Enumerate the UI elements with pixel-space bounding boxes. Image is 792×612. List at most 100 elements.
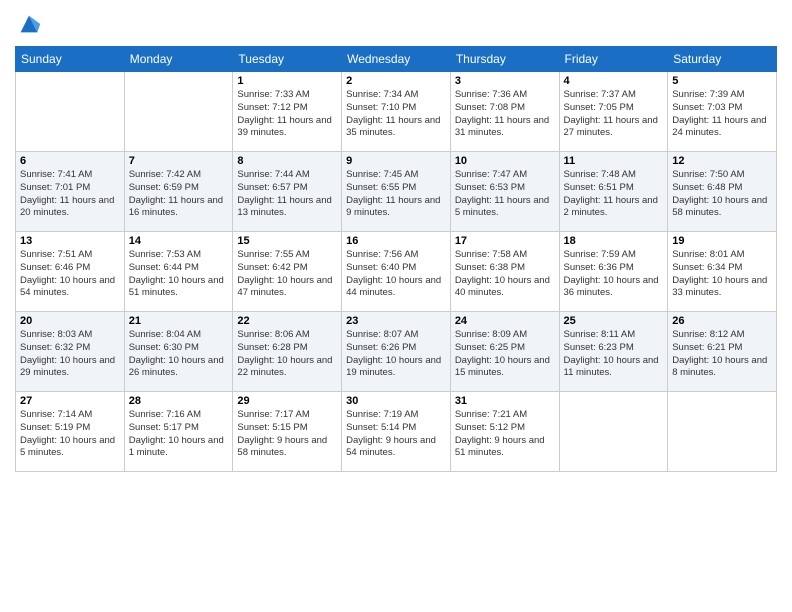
calendar-cell: 28 Sunrise: 7:16 AMSunset: 5:17 PMDayligh… [124, 392, 233, 472]
weekday-header: Monday [124, 47, 233, 72]
day-info: Sunrise: 7:36 AMSunset: 7:08 PMDaylight:… [455, 89, 555, 140]
calendar-cell: 17 Sunrise: 7:58 AMSunset: 6:38 PMDayligh… [450, 232, 559, 312]
day-info: Sunrise: 7:45 AMSunset: 6:55 PMDaylight:… [346, 169, 446, 220]
calendar-cell: 2 Sunrise: 7:34 AMSunset: 7:10 PMDaylight… [342, 72, 451, 152]
day-info: Sunrise: 7:51 AMSunset: 6:46 PMDaylight:… [20, 249, 120, 300]
calendar-week-row: 13Sunrise: 7:51 AMSunset: 6:46 PMDayligh… [16, 232, 777, 312]
calendar-week-row: 1 Sunrise: 7:33 AMSunset: 7:12 PMDaylight… [16, 72, 777, 152]
calendar-week-row: 27 Sunrise: 7:14 AMSunset: 5:19 PMDayligh… [16, 392, 777, 472]
calendar-cell: 30 Sunrise: 7:19 AMSunset: 5:14 PMDayligh… [342, 392, 451, 472]
calendar-cell: 9 Sunrise: 7:45 AMSunset: 6:55 PMDaylight… [342, 152, 451, 232]
day-number: 16 [346, 235, 446, 247]
weekday-header: Sunday [16, 47, 125, 72]
day-info: Sunrise: 7:41 AMSunset: 7:01 PMDaylight:… [20, 169, 120, 220]
calendar-cell: 15 Sunrise: 7:55 AMSunset: 6:42 PMDayligh… [233, 232, 342, 312]
calendar-cell [124, 72, 233, 152]
day-number: 24 [455, 315, 555, 327]
day-info: Sunrise: 7:55 AMSunset: 6:42 PMDaylight:… [237, 249, 337, 300]
day-info: Sunrise: 7:39 AMSunset: 7:03 PMDaylight:… [672, 89, 772, 140]
day-info: Sunrise: 8:01 AMSunset: 6:34 PMDaylight:… [672, 249, 772, 300]
calendar-cell: 23 Sunrise: 8:07 AMSunset: 6:26 PMDayligh… [342, 312, 451, 392]
header [15, 10, 777, 38]
calendar-cell: 29 Sunrise: 7:17 AMSunset: 5:15 PMDayligh… [233, 392, 342, 472]
calendar-cell: 24Sunrise: 8:09 AMSunset: 6:25 PMDayligh… [450, 312, 559, 392]
day-number: 3 [455, 75, 555, 87]
day-number: 9 [346, 155, 446, 167]
day-info: Sunrise: 7:37 AMSunset: 7:05 PMDaylight:… [564, 89, 664, 140]
calendar-cell: 13Sunrise: 7:51 AMSunset: 6:46 PMDayligh… [16, 232, 125, 312]
calendar-cell: 22 Sunrise: 8:06 AMSunset: 6:28 PMDayligh… [233, 312, 342, 392]
day-number: 18 [564, 235, 664, 247]
day-number: 12 [672, 155, 772, 167]
calendar-cell: 25Sunrise: 8:11 AMSunset: 6:23 PMDayligh… [559, 312, 668, 392]
day-info: Sunrise: 7:17 AMSunset: 5:15 PMDaylight:… [237, 409, 337, 460]
day-info: Sunrise: 8:07 AMSunset: 6:26 PMDaylight:… [346, 329, 446, 380]
day-info: Sunrise: 7:42 AMSunset: 6:59 PMDaylight:… [129, 169, 229, 220]
calendar-cell: 4 Sunrise: 7:37 AMSunset: 7:05 PMDaylight… [559, 72, 668, 152]
day-info: Sunrise: 7:19 AMSunset: 5:14 PMDaylight:… [346, 409, 446, 460]
day-info: Sunrise: 8:06 AMSunset: 6:28 PMDaylight:… [237, 329, 337, 380]
calendar-cell: 11Sunrise: 7:48 AMSunset: 6:51 PMDayligh… [559, 152, 668, 232]
day-info: Sunrise: 8:04 AMSunset: 6:30 PMDaylight:… [129, 329, 229, 380]
calendar-cell: 1 Sunrise: 7:33 AMSunset: 7:12 PMDaylight… [233, 72, 342, 152]
day-info: Sunrise: 7:53 AMSunset: 6:44 PMDaylight:… [129, 249, 229, 300]
day-number: 31 [455, 395, 555, 407]
day-number: 1 [237, 75, 337, 87]
calendar-cell [559, 392, 668, 472]
calendar-cell: 10 Sunrise: 7:47 AMSunset: 6:53 PMDayligh… [450, 152, 559, 232]
day-info: Sunrise: 7:34 AMSunset: 7:10 PMDaylight:… [346, 89, 446, 140]
day-number: 23 [346, 315, 446, 327]
weekday-header: Friday [559, 47, 668, 72]
day-info: Sunrise: 7:33 AMSunset: 7:12 PMDaylight:… [237, 89, 337, 140]
day-number: 10 [455, 155, 555, 167]
day-number: 4 [564, 75, 664, 87]
day-info: Sunrise: 8:03 AMSunset: 6:32 PMDaylight:… [20, 329, 120, 380]
day-number: 27 [20, 395, 120, 407]
day-info: Sunrise: 7:59 AMSunset: 6:36 PMDaylight:… [564, 249, 664, 300]
calendar-cell: 3 Sunrise: 7:36 AMSunset: 7:08 PMDaylight… [450, 72, 559, 152]
page: SundayMondayTuesdayWednesdayThursdayFrid… [0, 0, 792, 612]
day-info: Sunrise: 7:14 AMSunset: 5:19 PMDaylight:… [20, 409, 120, 460]
day-number: 2 [346, 75, 446, 87]
calendar-cell: 26 Sunrise: 8:12 AMSunset: 6:21 PMDayligh… [668, 312, 777, 392]
day-number: 8 [237, 155, 337, 167]
day-number: 6 [20, 155, 120, 167]
calendar-cell: 5 Sunrise: 7:39 AMSunset: 7:03 PMDaylight… [668, 72, 777, 152]
calendar-cell: 31 Sunrise: 7:21 AMSunset: 5:12 PMDayligh… [450, 392, 559, 472]
calendar-cell: 16Sunrise: 7:56 AMSunset: 6:40 PMDayligh… [342, 232, 451, 312]
day-number: 14 [129, 235, 229, 247]
calendar: SundayMondayTuesdayWednesdayThursdayFrid… [15, 46, 777, 472]
day-number: 17 [455, 235, 555, 247]
day-number: 5 [672, 75, 772, 87]
day-number: 28 [129, 395, 229, 407]
day-info: Sunrise: 7:44 AMSunset: 6:57 PMDaylight:… [237, 169, 337, 220]
day-number: 15 [237, 235, 337, 247]
weekday-header: Wednesday [342, 47, 451, 72]
day-info: Sunrise: 7:21 AMSunset: 5:12 PMDaylight:… [455, 409, 555, 460]
calendar-cell: 21Sunrise: 8:04 AMSunset: 6:30 PMDayligh… [124, 312, 233, 392]
day-number: 19 [672, 235, 772, 247]
day-number: 22 [237, 315, 337, 327]
calendar-cell: 7 Sunrise: 7:42 AMSunset: 6:59 PMDaylight… [124, 152, 233, 232]
day-info: Sunrise: 7:47 AMSunset: 6:53 PMDaylight:… [455, 169, 555, 220]
calendar-cell: 20Sunrise: 8:03 AMSunset: 6:32 PMDayligh… [16, 312, 125, 392]
day-number: 7 [129, 155, 229, 167]
calendar-cell [16, 72, 125, 152]
day-info: Sunrise: 7:58 AMSunset: 6:38 PMDaylight:… [455, 249, 555, 300]
calendar-cell: 19 Sunrise: 8:01 AMSunset: 6:34 PMDayligh… [668, 232, 777, 312]
calendar-cell: 12 Sunrise: 7:50 AMSunset: 6:48 PMDayligh… [668, 152, 777, 232]
day-info: Sunrise: 7:16 AMSunset: 5:17 PMDaylight:… [129, 409, 229, 460]
calendar-cell: 6 Sunrise: 7:41 AMSunset: 7:01 PMDaylight… [16, 152, 125, 232]
day-number: 30 [346, 395, 446, 407]
calendar-week-row: 6 Sunrise: 7:41 AMSunset: 7:01 PMDaylight… [16, 152, 777, 232]
calendar-header-row: SundayMondayTuesdayWednesdayThursdayFrid… [16, 47, 777, 72]
day-number: 26 [672, 315, 772, 327]
day-info: Sunrise: 7:48 AMSunset: 6:51 PMDaylight:… [564, 169, 664, 220]
calendar-cell: 14 Sunrise: 7:53 AMSunset: 6:44 PMDayligh… [124, 232, 233, 312]
day-info: Sunrise: 8:12 AMSunset: 6:21 PMDaylight:… [672, 329, 772, 380]
weekday-header: Tuesday [233, 47, 342, 72]
weekday-header: Thursday [450, 47, 559, 72]
day-number: 29 [237, 395, 337, 407]
calendar-cell: 27 Sunrise: 7:14 AMSunset: 5:19 PMDayligh… [16, 392, 125, 472]
day-info: Sunrise: 7:50 AMSunset: 6:48 PMDaylight:… [672, 169, 772, 220]
